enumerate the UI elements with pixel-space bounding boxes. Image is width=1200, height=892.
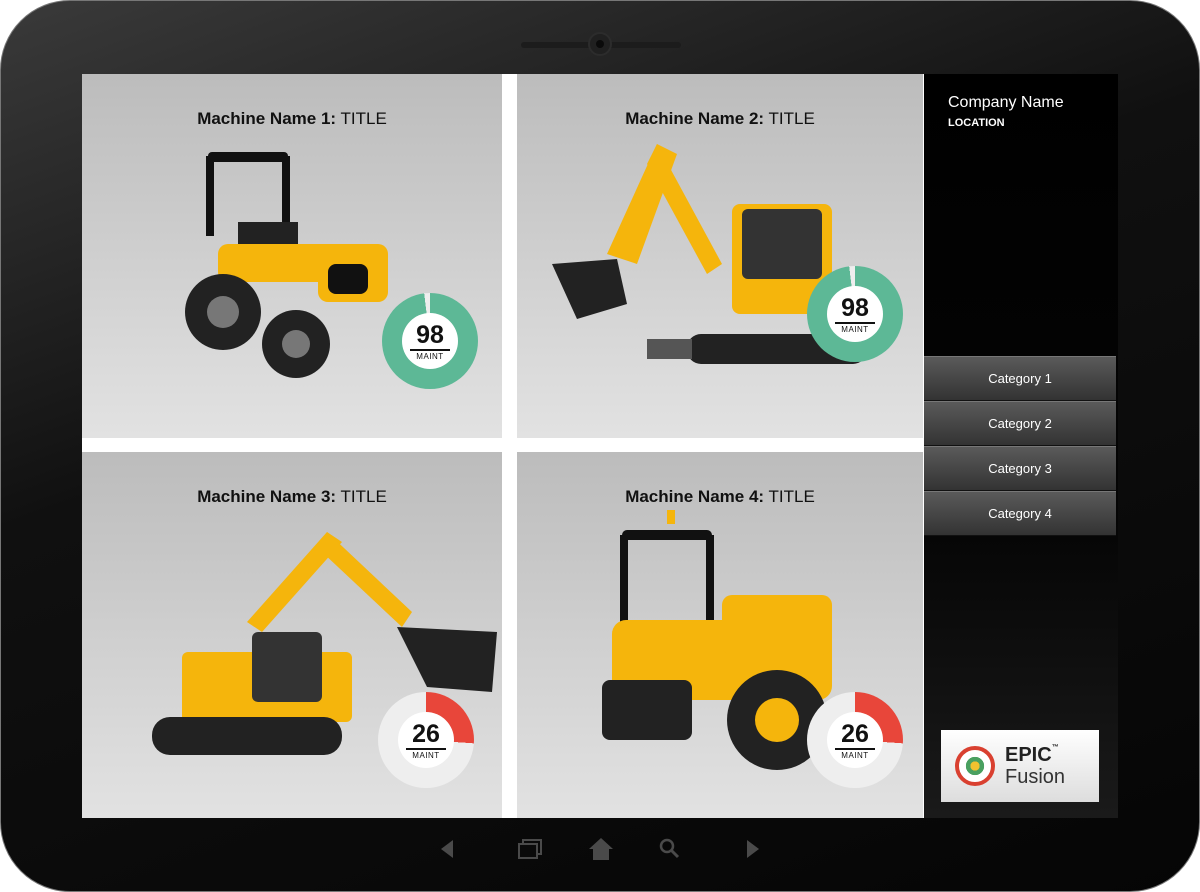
category-item-1[interactable]: Category 1	[924, 356, 1116, 401]
gauge-label: MAINT	[416, 352, 444, 361]
logo-mark-icon	[955, 746, 995, 786]
tractor-image	[185, 152, 388, 378]
gauge-value: 98	[835, 294, 875, 324]
home-icon[interactable]	[587, 834, 615, 864]
category-item-4[interactable]: Category 4	[924, 491, 1116, 536]
tile-title: Machine Name 4: TITLE	[517, 487, 923, 507]
gauge-value: 26	[406, 720, 446, 750]
maint-gauge-2: 98 MAINT	[807, 266, 903, 362]
machine-tile-1[interactable]: Machine Name 1: TITLE 98 MAINT	[82, 74, 502, 438]
logo-epic-text: EPIC™	[1005, 744, 1059, 766]
machine-tile-2[interactable]: Machine Name 2: TITLE 98 MAINT	[517, 74, 923, 438]
tablet-nav-bar	[1, 834, 1200, 864]
machine-tile-4[interactable]: Machine Name 4: TITLE 26 MAINT	[517, 452, 923, 818]
roller-image	[602, 510, 832, 770]
machine-name: Machine Name 4:	[625, 487, 765, 506]
gauge-label: MAINT	[412, 751, 440, 760]
company-location: LOCATION	[948, 117, 1005, 129]
gauge-value: 26	[835, 720, 875, 750]
category-list: Category 1 Category 2 Category 3 Categor…	[924, 356, 1116, 536]
machine-title: TITLE	[340, 109, 387, 128]
back-arrow-icon[interactable]	[437, 834, 457, 864]
app-screen: Machine Name 1: TITLE 98 MAINT Machine Na…	[82, 74, 1118, 818]
tile-title: Machine Name 3: TITLE	[82, 487, 502, 507]
gauge-label: MAINT	[841, 751, 869, 760]
machine-title: TITLE	[768, 487, 815, 506]
category-item-3[interactable]: Category 3	[924, 446, 1116, 491]
camera-icon	[588, 32, 612, 56]
recent-apps-icon[interactable]	[517, 834, 545, 864]
category-item-2[interactable]: Category 2	[924, 401, 1116, 446]
forward-arrow-icon[interactable]	[743, 834, 763, 864]
machine-name: Machine Name 3:	[197, 487, 337, 506]
epic-fusion-logo: EPIC™ Fusion	[941, 730, 1099, 802]
machine-title: TITLE	[768, 109, 815, 128]
machine-name: Machine Name 1:	[197, 109, 337, 128]
maint-gauge-1: 98 MAINT	[382, 293, 478, 389]
gauge-label: MAINT	[841, 325, 869, 334]
logo-fusion-text: Fusion	[1005, 766, 1066, 788]
sidebar: Company Name LOCATION Category 1 Categor…	[924, 74, 1118, 818]
machine-name: Machine Name 2:	[625, 109, 765, 128]
tile-title: Machine Name 2: TITLE	[517, 109, 923, 129]
search-icon[interactable]	[657, 834, 681, 864]
machine-tile-3[interactable]: Machine Name 3: TITLE 26 MAINT	[82, 452, 502, 818]
tablet-frame: Machine Name 1: TITLE 98 MAINT Machine Na…	[0, 0, 1200, 892]
maint-gauge-3: 26 MAINT	[378, 692, 474, 788]
gauge-value: 98	[410, 321, 450, 351]
machine-title: TITLE	[340, 487, 387, 506]
tile-title: Machine Name 1: TITLE	[82, 109, 502, 129]
maint-gauge-4: 26 MAINT	[807, 692, 903, 788]
company-name: Company Name	[948, 94, 1064, 111]
